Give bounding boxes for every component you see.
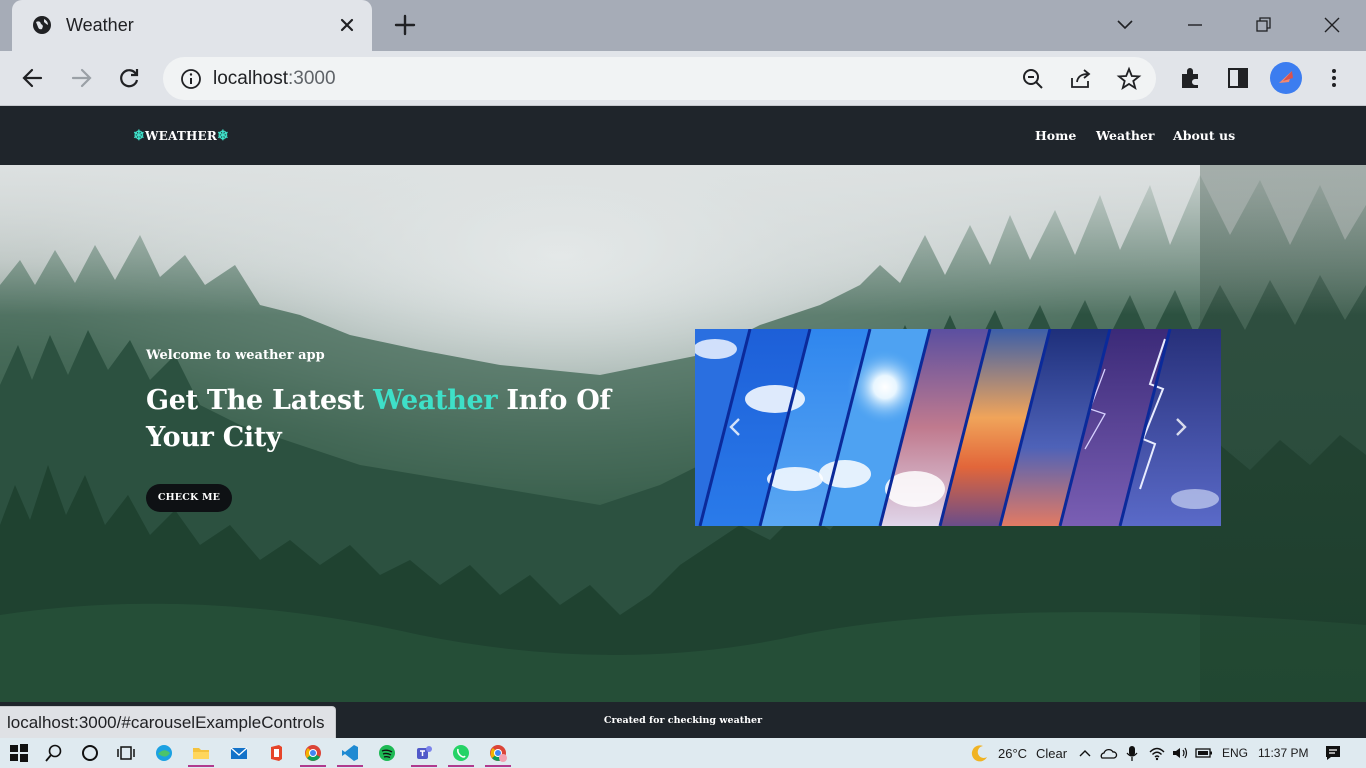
office-icon[interactable] [266, 743, 286, 763]
weather-collage-image [695, 329, 1221, 526]
weather-temperature[interactable]: 26°C [998, 746, 1027, 761]
weather-carousel[interactable] [695, 329, 1221, 526]
hero-section: Welcome to weather app Get The Latest We… [0, 165, 1366, 702]
close-window-icon[interactable] [1317, 10, 1347, 40]
notifications-icon[interactable] [1323, 743, 1343, 763]
active-app-indicator [337, 765, 363, 767]
tray-chevron-up-icon[interactable] [1075, 743, 1095, 763]
restore-icon[interactable] [1248, 10, 1278, 40]
snowflake-icon: ❄ [217, 128, 229, 144]
address-bar[interactable]: localhost:3000 [163, 57, 1156, 100]
forward-icon[interactable] [68, 65, 94, 91]
welcome-text: Welcome to weather app [146, 348, 325, 363]
snowflake-icon: ❄ [133, 128, 145, 144]
weather-condition[interactable]: Clear [1036, 746, 1067, 761]
back-icon[interactable] [20, 65, 46, 91]
active-app-indicator [188, 765, 214, 767]
nav-home[interactable]: Home [1035, 128, 1076, 143]
search-icon[interactable] [44, 743, 64, 763]
extensions-icon[interactable] [1177, 65, 1203, 91]
tab-title: Weather [66, 15, 134, 35]
browser-tab[interactable]: Weather [12, 0, 372, 51]
tab-strip: Weather [0, 0, 1366, 51]
windows-taskbar: 26°C Clear ENG 11:37 PM [0, 738, 1366, 768]
active-app-indicator [448, 765, 474, 767]
mail-icon[interactable] [229, 743, 249, 763]
minimize-icon[interactable] [1180, 10, 1210, 40]
active-app-indicator [300, 765, 326, 767]
link-status-bar: localhost:3000/#carouselExampleControls [0, 706, 336, 738]
carousel-next-icon[interactable] [1167, 413, 1195, 441]
spotify-icon[interactable] [377, 743, 397, 763]
nav-weather[interactable]: Weather [1096, 128, 1154, 143]
globe-icon [33, 16, 51, 34]
file-explorer-icon[interactable] [191, 743, 211, 763]
bookmark-star-icon[interactable] [1116, 66, 1142, 92]
tab-search-chevron-icon[interactable] [1110, 10, 1140, 40]
language-indicator[interactable]: ENG [1222, 746, 1248, 760]
site-info-icon[interactable] [178, 66, 204, 92]
share-icon[interactable] [1068, 66, 1094, 92]
clock-time[interactable]: 11:37 PM [1258, 746, 1308, 760]
wifi-icon[interactable] [1147, 743, 1167, 763]
browser-toolbar: localhost:3000 [0, 51, 1366, 106]
nav-about-us[interactable]: About us [1173, 128, 1235, 143]
task-view-icon[interactable] [116, 743, 136, 763]
status-url: localhost:3000/#carouselExampleControls [7, 713, 325, 732]
edge-icon[interactable] [154, 743, 174, 763]
windows-start-icon[interactable] [9, 743, 29, 763]
brand-logo[interactable]: ❄WEATHER❄ [133, 128, 229, 144]
active-app-indicator [411, 765, 437, 767]
vscode-icon[interactable] [340, 743, 360, 763]
cortana-icon[interactable] [80, 743, 100, 763]
site-navbar: ❄WEATHER❄ Home Weather About us [0, 107, 1366, 165]
profile-avatar[interactable] [1270, 62, 1302, 94]
zoom-out-icon[interactable] [1020, 66, 1046, 92]
carousel-prev-icon[interactable] [721, 413, 749, 441]
hero-headline: Get The Latest Weather Info Of Your City [146, 385, 611, 453]
check-me-button[interactable]: CHECK ME [146, 484, 232, 512]
volume-icon[interactable] [1170, 743, 1190, 763]
microphone-icon[interactable] [1122, 743, 1142, 763]
url-text[interactable]: localhost:3000 [213, 68, 336, 90]
active-app-indicator [485, 765, 511, 767]
close-tab-icon[interactable] [336, 14, 358, 36]
chrome-profile-icon[interactable] [488, 743, 508, 763]
teams-icon[interactable] [414, 743, 434, 763]
background-seam [1200, 165, 1366, 702]
battery-icon[interactable] [1194, 743, 1214, 763]
onedrive-cloud-icon[interactable] [1098, 743, 1118, 763]
reload-icon[interactable] [116, 65, 142, 91]
new-tab-icon[interactable] [392, 12, 418, 38]
chrome-icon[interactable] [303, 743, 323, 763]
side-panel-icon[interactable] [1225, 65, 1251, 91]
menu-kebab-icon[interactable] [1321, 65, 1347, 91]
moon-weather-icon[interactable] [970, 743, 990, 763]
whatsapp-icon[interactable] [451, 743, 471, 763]
profile-bird-icon [1279, 71, 1293, 83]
